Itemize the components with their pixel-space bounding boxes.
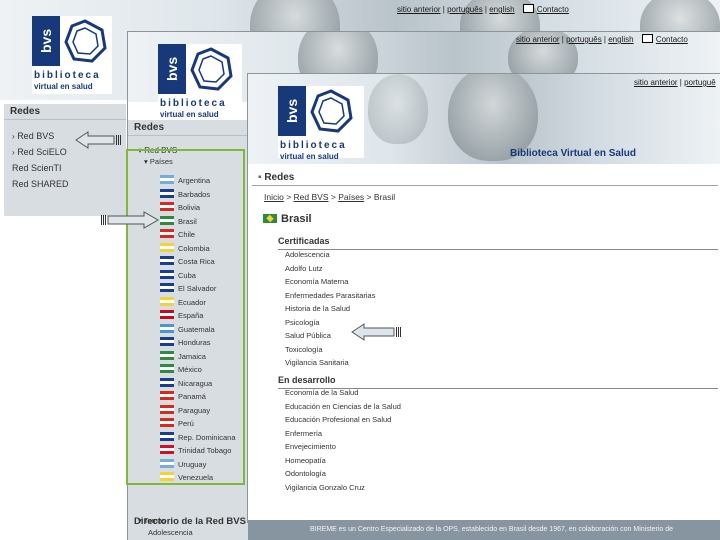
development-link[interactable]: Educación en Ciencias de la Salud (285, 402, 401, 411)
topics-item[interactable]: Adolescencia (148, 528, 193, 537)
development-link[interactable]: Vigilancia Gonzalo Cruz (285, 483, 365, 492)
logo-mark: bvs (32, 16, 60, 66)
logo-text-line2: virtual en salud (160, 110, 219, 119)
certified-link[interactable]: Historia de la Salud (285, 304, 350, 313)
brazil-flag-icon (263, 214, 277, 223)
development-link[interactable]: Educación Profesional en Salud (285, 415, 391, 424)
bvs-logo[interactable]: bvs biblioteca virtual en salud (158, 44, 242, 119)
logo-text-line1: biblioteca (160, 98, 227, 109)
breadcrumb: Inicio > Red BVS > Países > Brasil (264, 192, 396, 202)
logo-polygon-icon (64, 19, 107, 63)
sidebar-item-red-scienti[interactable]: Red ScienTI (4, 160, 126, 176)
section-header: Redes (264, 172, 295, 183)
logo-text-line2: virtual en salud (280, 152, 339, 161)
previous-site-link[interactable]: sitio anterior (634, 78, 678, 87)
banner-photo (368, 74, 428, 144)
top-links: sitio anterior | português | english Con… (516, 34, 688, 44)
certified-link[interactable]: Adolescencia (285, 250, 330, 259)
section-bar: ▪ Redes (252, 172, 718, 186)
certified-link[interactable]: Adolfo Lutz (285, 264, 323, 273)
highlight-frame (126, 149, 245, 485)
network-directory-title: Directorio de la Red BVS (134, 516, 246, 527)
certified-link[interactable]: Enfermedades Parasitarias (285, 291, 375, 300)
english-link[interactable]: english (608, 35, 633, 44)
logo-mark: bvs (158, 44, 186, 94)
sidebar-header: Redes (128, 120, 248, 136)
sidebar-header: Redes (4, 104, 126, 120)
certified-link[interactable]: Vigilancia Sanitaria (285, 358, 349, 367)
logo-text-line2: virtual en salud (34, 82, 93, 91)
right-arrow-icon (101, 211, 160, 229)
certified-link[interactable]: Economía Materna (285, 277, 348, 286)
portuguese-link[interactable]: portuguê (684, 78, 716, 87)
sidebar-networks: Redes › Red BVS › Red SciELO Red ScienTI… (4, 104, 126, 216)
site-title: Biblioteca Virtual en Salud (510, 148, 636, 159)
development-link[interactable]: Enfermería (285, 429, 322, 438)
breadcrumb-countries[interactable]: Países (338, 192, 364, 202)
certified-link[interactable]: Psicología (285, 318, 320, 327)
english-link[interactable]: english (489, 5, 514, 14)
breadcrumb-home[interactable]: Inicio (264, 192, 284, 202)
country-title: Brasil (263, 213, 312, 225)
development-section-title: En desarrollo (278, 375, 715, 389)
left-arrow-icon (351, 323, 401, 341)
left-arrow-icon (75, 131, 121, 149)
certified-link[interactable]: Toxicología (285, 345, 323, 354)
portuguese-link[interactable]: português (566, 35, 602, 44)
sidebar-item-red-shared[interactable]: Red SHARED (4, 176, 126, 192)
portuguese-link[interactable]: português (447, 5, 483, 14)
development-link[interactable]: Homeopatía (285, 456, 326, 465)
page-footer: BIREME es un Centro Especializado de la … (248, 520, 720, 540)
logo-polygon-icon (310, 89, 353, 133)
mail-icon (641, 34, 653, 43)
development-link[interactable]: Economía de la Salud (285, 388, 358, 397)
logo-mark: bvs (278, 86, 306, 136)
bvs-logo[interactable]: bvs biblioteca virtual en salud (32, 16, 112, 94)
breadcrumb-current: Brasil (373, 192, 396, 202)
logo-text-line1: biblioteca (34, 70, 101, 81)
logo-text-line1: biblioteca (280, 140, 347, 151)
contact-link[interactable]: Contacto (537, 5, 569, 14)
top-links: sitio anterior | português | english Con… (397, 4, 569, 14)
development-link[interactable]: Envejecimiento (285, 442, 336, 451)
mail-icon (522, 4, 534, 13)
certified-link[interactable]: Salud Pública (285, 331, 331, 340)
certified-section-title: Certificadas (278, 236, 715, 250)
logo-polygon-icon (190, 47, 233, 91)
development-link[interactable]: Odontología (285, 469, 326, 478)
contact-link[interactable]: Contacto (656, 35, 688, 44)
previous-site-link[interactable]: sitio anterior (397, 5, 441, 14)
top-links: sitio anterior | portuguê (634, 78, 716, 87)
bvs-logo[interactable]: bvs biblioteca virtual en salud (278, 86, 364, 161)
breadcrumb-net[interactable]: Red BVS (294, 192, 329, 202)
previous-site-link[interactable]: sitio anterior (516, 35, 560, 44)
